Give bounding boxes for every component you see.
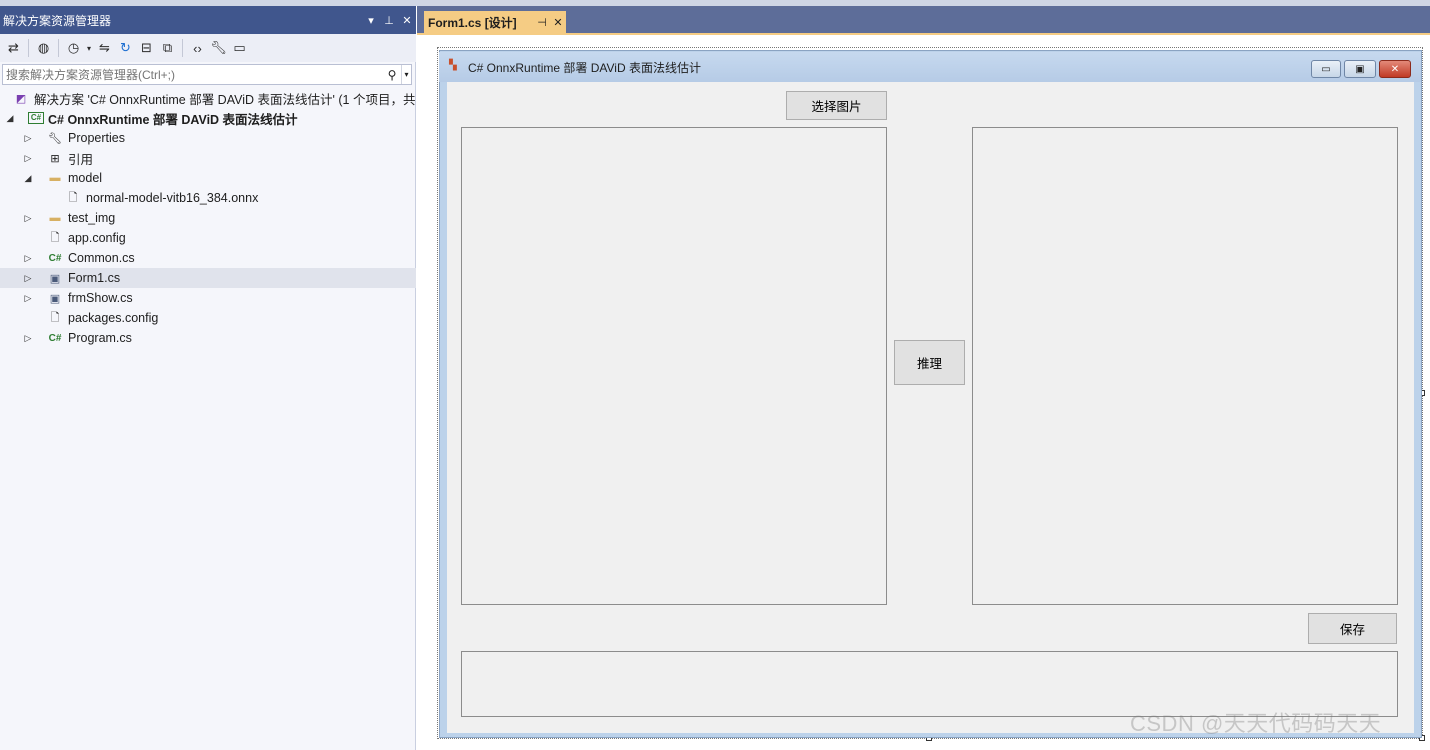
collapsed-arrow-icon[interactable]: ▷ — [22, 273, 34, 284]
pin-icon[interactable]: ⊥ — [380, 14, 398, 27]
tree-item-packages-config[interactable]: 🗋 packages.config — [0, 308, 416, 328]
form-file-icon: ▣ — [49, 292, 61, 305]
tree-item-label: C# OnnxRuntime 部署 DAViD 表面法线估计 — [48, 112, 298, 127]
close-button[interactable]: ✕ — [1379, 60, 1411, 78]
dropdown-arrow-icon[interactable]: ▾ — [85, 38, 93, 58]
minimize-button[interactable]: ▭ — [1311, 60, 1341, 78]
tree-item-form1-cs[interactable]: ▷ ▣ Form1.cs — [0, 268, 416, 288]
search-input[interactable] — [3, 65, 383, 84]
collapsed-arrow-icon[interactable]: ▷ — [22, 133, 34, 144]
solution-tree: ◩ 解决方案 'C# OnnxRuntime 部署 DAViD 表面法线估计' … — [0, 88, 416, 348]
tree-item-references[interactable]: ▷ ⊞ 引用 — [0, 148, 416, 168]
references-icon: ⊞ — [50, 152, 60, 165]
tree-item-label: 解决方案 'C# OnnxRuntime 部署 DAViD 表面法线估计' (1… — [34, 92, 416, 107]
document-tab-strip — [417, 6, 1430, 33]
search-icon[interactable]: ⚲ — [383, 68, 401, 82]
collapsed-arrow-icon[interactable]: ▷ — [22, 213, 34, 224]
csharp-file-icon: C# — [48, 332, 62, 344]
code-icon[interactable]: ‹› — [188, 38, 207, 58]
watermark: CSDN @天天代码码天天 — [1130, 711, 1382, 736]
tree-item-label: Common.cs — [68, 251, 135, 265]
save-button[interactable]: 保存 — [1308, 613, 1397, 644]
config-file-icon: 🗋 — [50, 311, 60, 324]
collapsed-arrow-icon[interactable]: ▷ — [22, 253, 34, 264]
tree-item-label: Program.cs — [68, 331, 132, 345]
switch-views-icon[interactable]: ⇄ — [4, 38, 23, 58]
solution-explorer-titlebar: 解决方案资源管理器 ▾ ⊥ ✕ — [0, 6, 416, 34]
select-image-button[interactable]: 选择图片 — [786, 91, 887, 120]
tree-item-test-img-folder[interactable]: ▷ ▬ test_img — [0, 208, 416, 228]
toolbar-divider — [28, 39, 29, 57]
tree-item-program-cs[interactable]: ▷ C# Program.cs — [0, 328, 416, 348]
wrench-icon: 🔧︎ — [48, 132, 62, 145]
tree-item-label: Form1.cs — [68, 271, 121, 285]
collapse-all-icon[interactable]: ⊟ — [137, 38, 156, 58]
tab-underline — [417, 33, 1430, 35]
csharp-file-icon: C# — [48, 252, 62, 264]
expanded-arrow-icon[interactable]: ◢ — [4, 113, 16, 124]
tree-item-label: packages.config — [68, 311, 159, 325]
solution-explorer-search: ⚲ ▾ — [2, 64, 412, 85]
close-icon[interactable]: ✕ — [550, 16, 566, 29]
result-picture-box — [972, 127, 1398, 605]
globe-icon[interactable]: ◍ — [34, 38, 53, 58]
toolbar-divider — [58, 39, 59, 57]
folder-icon: ▬ — [49, 172, 61, 184]
history-icon[interactable]: ◷ — [64, 38, 83, 58]
wrench-icon[interactable]: 🔧︎ — [209, 38, 228, 58]
tree-item-label: normal-model-vitb16_384.onnx — [86, 191, 259, 205]
form-title: C# OnnxRuntime 部署 DAViD 表面法线估计 — [468, 60, 701, 75]
collapsed-arrow-icon[interactable]: ▷ — [22, 153, 34, 164]
window-position-dropdown-icon[interactable]: ▾ — [362, 14, 380, 27]
copy-icon[interactable]: ⧉ — [158, 38, 177, 58]
tree-item-label: app.config — [68, 231, 126, 245]
search-options-dropdown-icon[interactable]: ▾ — [401, 65, 411, 84]
config-file-icon: 🗋 — [50, 231, 60, 244]
tab-form1-designer[interactable]: Form1.cs [设计] ⊣ ✕ — [424, 11, 566, 33]
close-icon[interactable]: ✕ — [398, 14, 416, 27]
tree-item-project[interactable]: ◢ C# C# OnnxRuntime 部署 DAViD 表面法线估计 — [0, 108, 416, 128]
tree-item-label: test_img — [68, 211, 116, 225]
infer-button[interactable]: 推理 — [894, 340, 965, 385]
preview-icon[interactable]: ▭ — [230, 38, 249, 58]
tree-item-properties[interactable]: ▷ 🔧︎ Properties — [0, 128, 416, 148]
form-app-icon: ▚ — [449, 60, 457, 71]
collapsed-arrow-icon[interactable]: ▷ — [22, 293, 34, 304]
tree-item-frmshow-cs[interactable]: ▷ ▣ frmShow.cs — [0, 288, 416, 308]
form-file-icon: ▣ — [49, 272, 61, 285]
refresh-icon[interactable]: ↻ — [116, 38, 135, 58]
sync-icon[interactable]: ⇋ — [95, 38, 114, 58]
tree-item-onnx-file[interactable]: 🗋 normal-model-vitb16_384.onnx — [0, 188, 416, 208]
tree-item-label: 引用 — [68, 152, 94, 167]
solution-icon: ◩ — [15, 92, 27, 105]
maximize-button[interactable]: ▣ — [1344, 60, 1376, 78]
tree-item-label: Properties — [68, 131, 125, 145]
toolbar-divider — [182, 39, 183, 57]
tree-item-label: model — [68, 171, 103, 185]
tree-item-common-cs[interactable]: ▷ C# Common.cs — [0, 248, 416, 268]
collapsed-arrow-icon[interactable]: ▷ — [22, 333, 34, 344]
tab-label: Form1.cs [设计] — [428, 15, 517, 30]
tree-item-app-config[interactable]: 🗋 app.config — [0, 228, 416, 248]
expanded-arrow-icon[interactable]: ◢ — [22, 173, 34, 184]
csharp-project-icon: C# — [28, 112, 44, 124]
tree-item-label: frmShow.cs — [68, 291, 133, 305]
folder-icon: ▬ — [49, 212, 61, 224]
tree-item-solution[interactable]: ◩ 解决方案 'C# OnnxRuntime 部署 DAViD 表面法线估计' … — [0, 88, 416, 108]
pin-icon[interactable]: ⊣ — [534, 16, 550, 29]
file-icon: 🗋 — [68, 191, 78, 204]
solution-explorer-toolbar: ⇄ ◍ ◷ ▾ ⇋ ↻ ⊟ ⧉ ‹› 🔧︎ ▭ — [0, 34, 416, 62]
tree-item-model-folder[interactable]: ◢ ▬ model — [0, 168, 416, 188]
solution-explorer-title: 解决方案资源管理器 — [3, 13, 112, 28]
form-titlebar: ▚ C# OnnxRuntime 部署 DAViD 表面法线估计 — [439, 52, 1421, 82]
source-picture-box — [461, 127, 887, 605]
